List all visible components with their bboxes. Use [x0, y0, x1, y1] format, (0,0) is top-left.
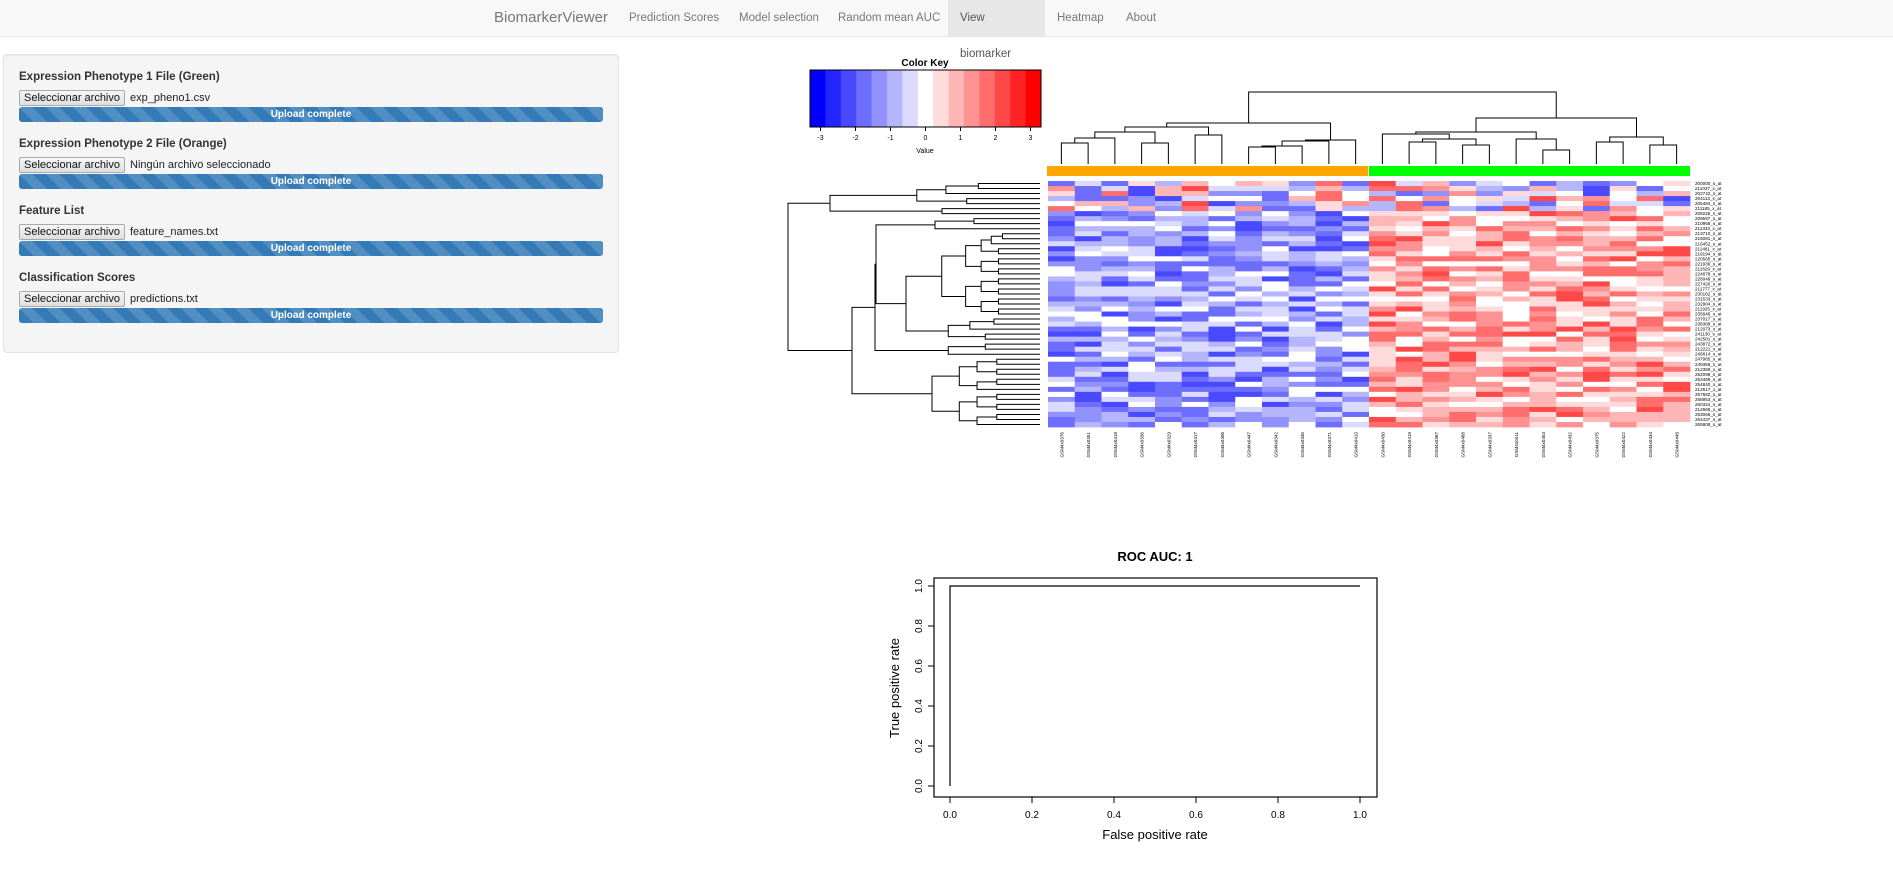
roc-y-tick-label: 1.0 [914, 579, 925, 593]
roc-y-tick-label: 0.6 [914, 659, 925, 673]
roc-y-tick-label: 0.0 [914, 779, 925, 793]
roc-x-tick-label: 1.0 [1353, 810, 1367, 821]
roc-xlabel: False positive rate [1102, 827, 1208, 842]
roc-y-tick-label: 0.2 [914, 739, 925, 753]
roc-x-tick-label: 0.0 [943, 810, 957, 821]
roc-y-tick-label: 0.8 [914, 619, 925, 633]
roc-y-tick-label: 0.4 [914, 699, 925, 713]
roc-x-tick-label: 0.2 [1025, 810, 1039, 821]
roc-x-tick-label: 0.6 [1189, 810, 1203, 821]
roc-plot-frame [933, 577, 1378, 798]
roc-x-tick-label: 0.8 [1271, 810, 1285, 821]
roc-ylabel: True positive rate [887, 638, 902, 738]
roc-plot: ROC AUC: 1 0.0 0.2 0.4 0.6 0.8 1.0 0.0 0.2 0.4 0… [887, 549, 1378, 842]
roc-x-tick-label: 0.4 [1107, 810, 1121, 821]
roc-curve [949, 585, 1360, 786]
roc-title: ROC AUC: 1 [1117, 549, 1192, 564]
